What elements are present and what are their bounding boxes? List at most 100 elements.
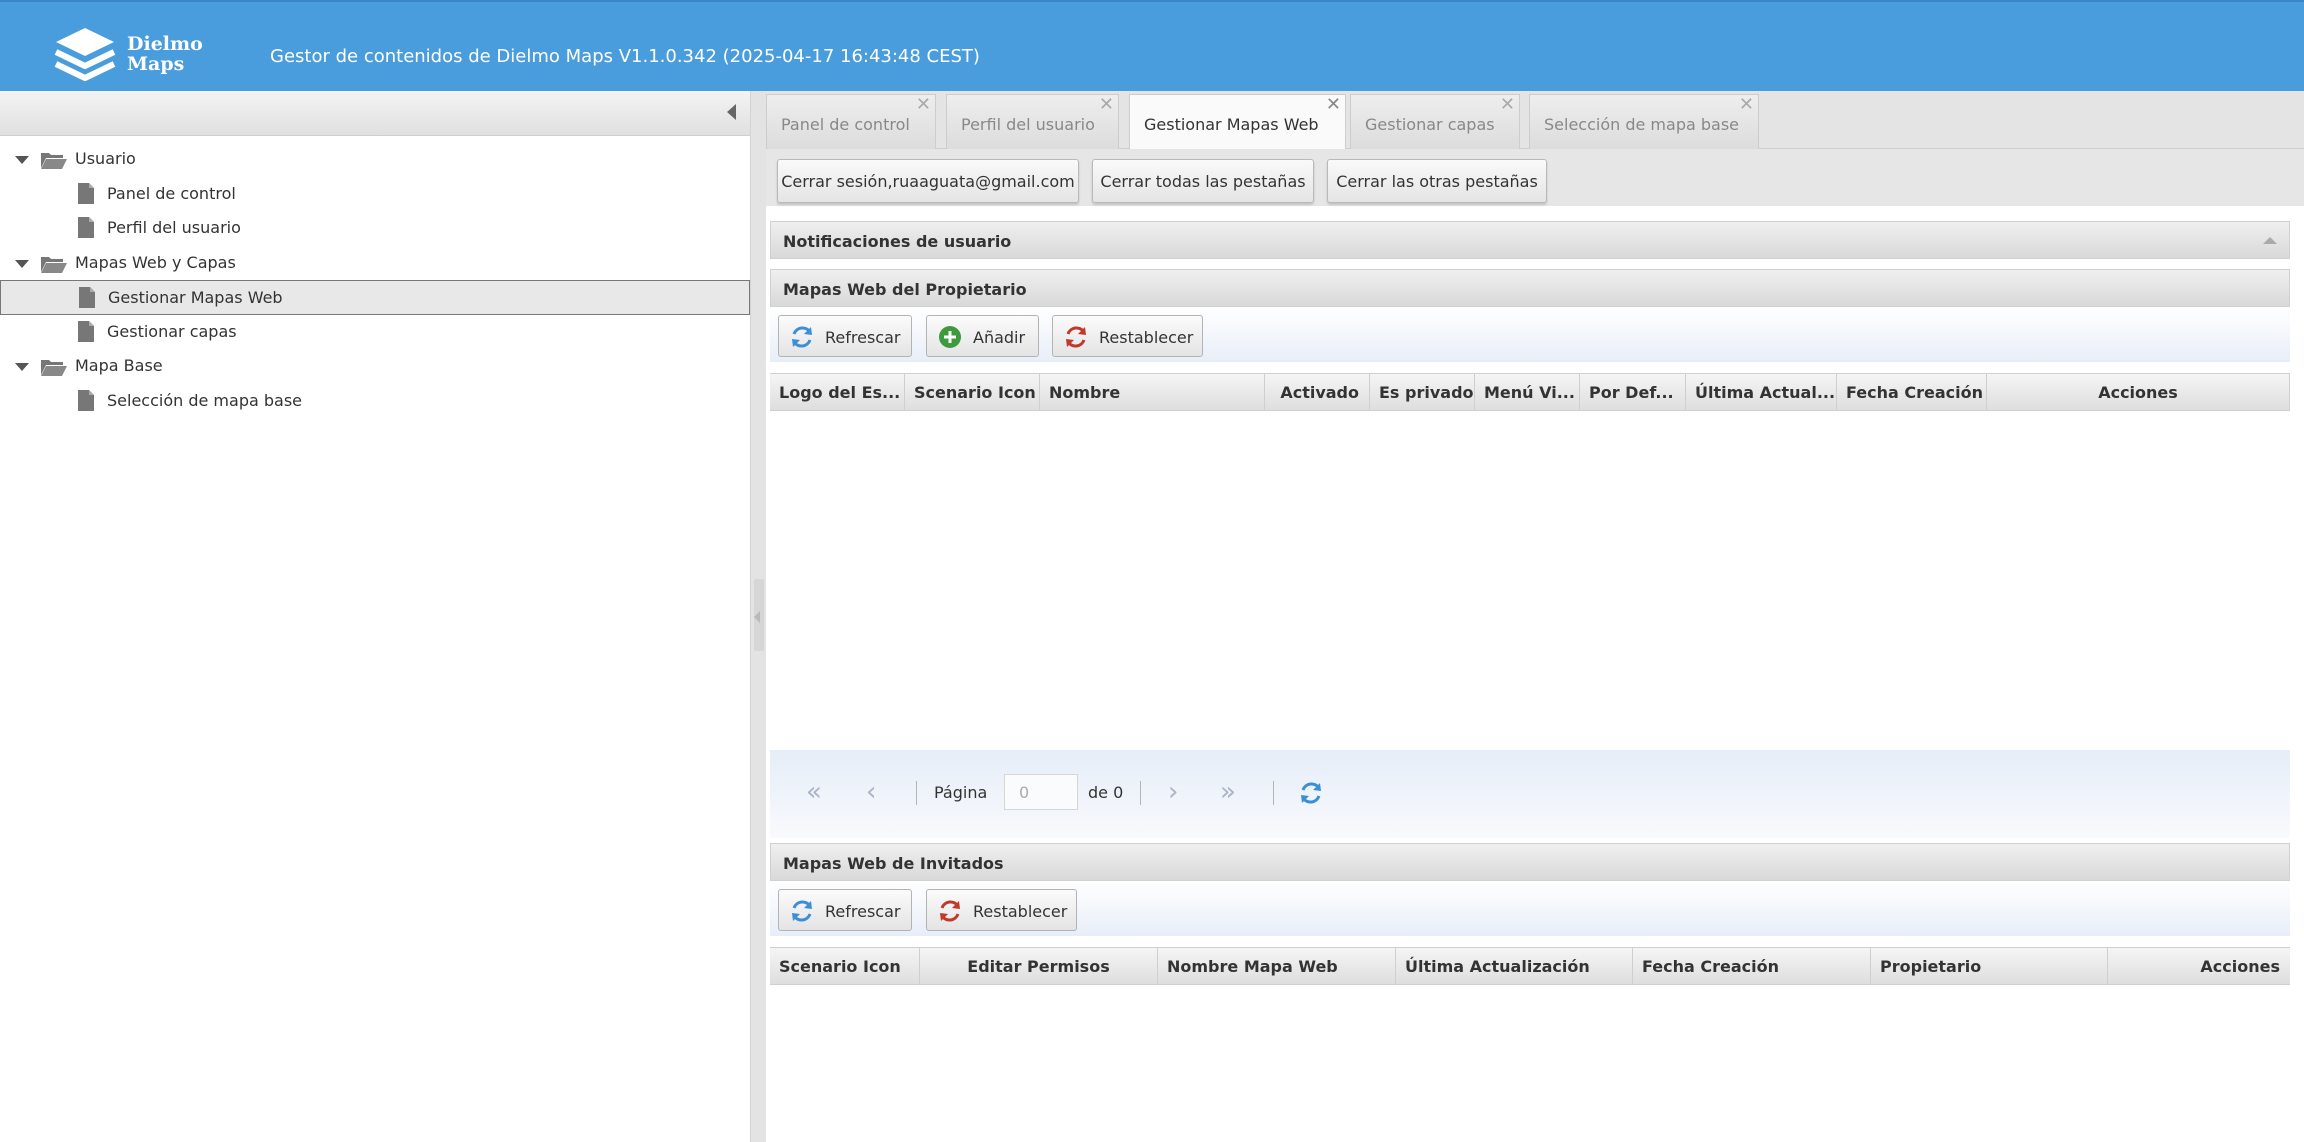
collapse-up-icon[interactable] [2263,237,2277,244]
refresh-icon [792,900,812,922]
column-header[interactable]: Scenario Icon [770,948,920,984]
tab-panel-de-control[interactable]: Panel de control ✕ [766,94,936,149]
column-header[interactable]: Scenario Icon [905,374,1040,410]
reset-icon [940,900,960,922]
close-other-tabs-button[interactable]: Cerrar las otras pestañas [1327,159,1547,203]
file-icon [78,389,94,411]
column-header[interactable]: Acciones [1987,374,2290,410]
tree-item-panel-de-control[interactable]: Panel de control [0,177,750,212]
column-header[interactable]: Nombre [1040,374,1265,410]
tab-gestionar-capas[interactable]: Gestionar capas ✕ [1350,94,1520,149]
navigation-toolbar [0,91,750,136]
dielmo-logo-icon [54,28,116,81]
collapse-panel-icon[interactable] [727,104,736,120]
tab-label: Gestionar Mapas Web [1144,115,1319,134]
expand-arrow-icon[interactable] [15,156,29,164]
tree-label: Gestionar Mapas Web [108,288,283,307]
tab-gestionar-mapas-web[interactable]: Gestionar Mapas Web ✕ [1129,94,1346,150]
file-icon [78,182,94,204]
notifications-title: Notificaciones de usuario [783,232,1012,251]
tree-label: Selección de mapa base [107,390,303,410]
tree-label: Gestionar capas [107,321,237,341]
column-header[interactable]: Fecha Creación [1633,948,1871,984]
column-header[interactable]: Última Actual... [1686,374,1837,410]
tree-label: Perfil del usuario [107,218,241,237]
expand-arrow-icon[interactable] [15,363,29,371]
first-page-icon[interactable]: « [806,777,822,807]
column-header[interactable]: Acciones [2108,948,2290,984]
close-icon[interactable]: ✕ [916,96,931,114]
folder-open-icon [41,153,67,169]
app-title: Gestor de contenidos de Dielmo Maps V1.1… [270,46,980,67]
owner-refresh-button[interactable]: Refrescar [778,315,912,357]
guest-refresh-button[interactable]: Refrescar [778,889,912,931]
tree-label: Usuario [75,149,136,168]
last-page-icon[interactable]: » [1220,777,1236,807]
button-label: Refrescar [825,902,901,921]
splitter-collapse-icon[interactable] [754,611,760,623]
previous-page-icon[interactable]: ‹ [866,777,876,807]
close-all-tabs-button[interactable]: Cerrar todas las pestañas [1092,159,1314,203]
tree-item-gestionar-capas[interactable]: Gestionar capas [0,315,750,350]
guest-maps-title: Mapas Web de Invitados [783,854,1004,873]
close-icon[interactable]: ✕ [1500,96,1515,114]
owner-maps-title: Mapas Web del Propietario [783,280,1027,299]
tab-seleccion-de-mapa-base[interactable]: Selección de mapa base ✕ [1529,94,1759,149]
tree-item-perfil-del-usuario[interactable]: Perfil del usuario [0,211,750,246]
file-icon [79,287,95,308]
file-icon [78,217,94,238]
tree-item-gestionar-mapas-web[interactable]: Gestionar Mapas Web [0,280,750,315]
tab-perfil-del-usuario[interactable]: Perfil del usuario ✕ [946,94,1119,149]
close-icon[interactable]: ✕ [1099,96,1114,114]
column-header[interactable]: Menú Vi... [1475,374,1580,410]
column-header[interactable]: Editar Permisos [920,948,1158,984]
column-header[interactable]: Logo del Es... [770,374,905,410]
owner-reset-button[interactable]: Restablecer [1052,315,1203,357]
panel-splitter[interactable] [750,91,766,1142]
tab-label: Selección de mapa base [1544,115,1740,134]
column-header[interactable]: Es privado [1370,374,1475,410]
tree-item-seleccion-de-mapa-base[interactable]: Selección de mapa base [0,384,750,419]
tree-label: Mapas Web y Capas [75,252,236,272]
page-label: Página [934,783,988,802]
folder-open-icon [41,360,67,376]
session-actions-bar: Cerrar sesión,ruaaguata@gmail.com Cerrar… [766,149,2304,206]
expand-arrow-icon[interactable] [15,259,29,268]
pager-separator [1273,781,1274,805]
next-page-icon[interactable]: › [1168,777,1178,807]
logo-text: Dielmo Maps [127,34,203,74]
notifications-panel-header[interactable]: Notificaciones de usuario [770,221,2290,259]
guest-maps-grid-header: Scenario Icon Editar Permisos Nombre Map… [770,947,2290,985]
guest-reset-button[interactable]: Restablecer [926,889,1077,931]
tree-label: Panel de control [107,183,236,203]
owner-maps-panel-header: Mapas Web del Propietario [770,269,2290,307]
tree-folder-mapas-web-y-capas[interactable]: Mapas Web y Capas [0,246,750,281]
file-icon [78,320,94,342]
content-area: Panel de control ✕ Perfil del usuario ✕ … [766,91,2304,1142]
button-label: Refrescar [825,328,901,347]
tab-label: Panel de control [781,115,910,134]
tree-label: Mapa Base [75,356,163,375]
pager-separator [1140,781,1141,805]
tree-folder-usuario[interactable]: Usuario [0,142,750,177]
pager-refresh-icon[interactable] [1298,780,1324,806]
page-number-input[interactable]: 0 [1004,774,1078,810]
column-header[interactable]: Activado [1265,374,1370,410]
button-label: Restablecer [1099,328,1194,347]
refresh-icon [792,326,812,348]
navigation-tree: Usuario Panel de control Perfil del usua… [0,136,750,418]
logout-button[interactable]: Cerrar sesión,ruaaguata@gmail.com [777,159,1079,203]
column-header[interactable]: Fecha Creación [1837,374,1987,410]
column-header[interactable]: Por Def... [1580,374,1686,410]
button-label: Añadir [973,328,1026,347]
owner-maps-grid-header: Logo del Es... Scenario Icon Nombre Acti… [770,373,2290,411]
owner-add-button[interactable]: Añadir [926,315,1039,357]
column-header[interactable]: Nombre Mapa Web [1158,948,1396,984]
close-icon[interactable]: ✕ [1739,96,1754,114]
close-icon[interactable]: ✕ [1326,96,1341,114]
column-header[interactable]: Propietario [1871,948,2108,984]
tree-folder-mapa-base[interactable]: Mapa Base [0,349,750,384]
column-header[interactable]: Última Actualización [1396,948,1633,984]
pager-separator [916,781,917,805]
logo-text-line1: Dielmo [127,33,203,55]
